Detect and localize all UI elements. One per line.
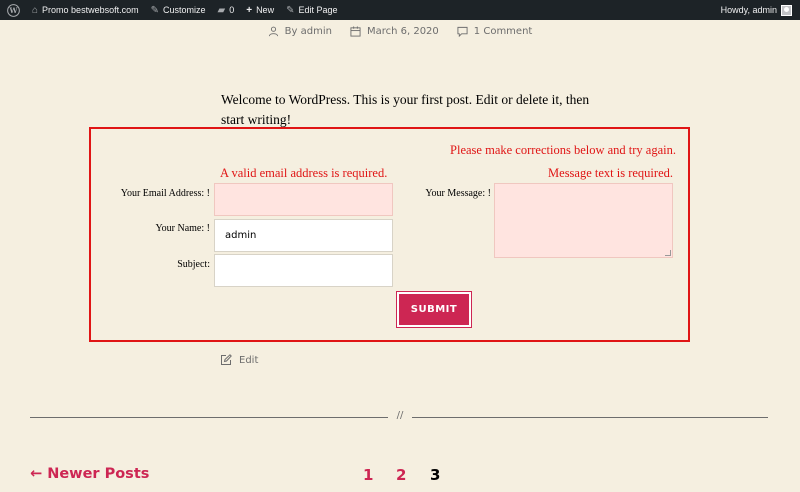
new-label: New [256,5,275,15]
customize-label: Customize [162,5,206,15]
submit-button[interactable]: SUBMIT [396,291,472,328]
separator-line-right [412,417,768,418]
message-textarea[interactable] [494,183,673,258]
admin-bar: W ⌂ Promo bestwebsoft.com ✎ Customize ▰ … [0,0,800,20]
page-2-link[interactable]: 2 [396,466,406,484]
svg-text:W: W [8,6,18,15]
email-error-message: A valid email address is required. [220,166,388,180]
post-date[interactable]: March 6, 2020 [350,26,439,37]
site-name-label: Promo bestwebsoft.com [42,5,139,15]
comments-link[interactable]: ▰ 0 [212,0,241,20]
plus-icon: + [246,4,253,16]
edit-page-label: Edit Page [298,5,338,15]
subject-field[interactable] [214,254,393,287]
brush-icon: ✎ [150,4,159,16]
edit-post-link[interactable]: Edit [220,354,258,366]
comments-text: 1 Comment [473,26,533,37]
message-label: Your Message: ! [425,188,491,199]
user-icon [268,26,278,37]
comment-icon [457,26,468,37]
name-label: Your Name: ! [155,223,210,234]
avatar [781,4,792,16]
post-meta: By admin March 6, 2020 1 Comment [0,26,800,37]
customize-link[interactable]: ✎ Customize [145,0,212,20]
date-text: March 6, 2020 [366,26,439,37]
email-label: Your Email Address: ! [120,188,210,199]
edit-label: Edit [239,354,259,366]
new-content-link[interactable]: + New [240,0,280,20]
newer-posts-link[interactable]: ← Newer Posts [30,466,149,482]
site-name-link[interactable]: ⌂ Promo bestwebsoft.com [26,0,145,20]
calendar-icon [350,26,361,37]
post-comments[interactable]: 1 Comment [457,26,533,37]
edit-icon [221,354,232,365]
howdy-label: Howdy, admin [720,5,777,15]
separator-line-left [30,417,388,418]
email-field[interactable] [214,183,393,216]
message-required-mark: ! [487,188,491,199]
pencil-icon: ✎ [286,4,295,16]
account-menu[interactable]: Howdy, admin [715,0,800,20]
comments-count: 0 [229,5,235,15]
page-3-current: 3 [430,466,441,484]
separator-mark: // [396,410,404,421]
email-required-mark: ! [206,188,210,199]
edit-page-link[interactable]: ✎ Edit Page [280,0,343,20]
name-required-mark: ! [206,223,210,234]
form-error-message: Please make corrections below and try ag… [450,143,676,157]
message-error-message: Message text is required. [548,166,673,180]
page-1-link[interactable]: 1 [363,466,373,484]
subject-label: Subject: [177,259,210,270]
wordpress-logo-icon[interactable]: W [0,0,26,20]
comment-icon: ▰ [217,4,226,16]
author-text: By admin [284,26,332,37]
post-content: Welcome to WordPress. This is your first… [221,92,590,127]
home-icon: ⌂ [32,4,39,16]
post-author[interactable]: By admin [268,26,332,37]
name-field[interactable]: admin [214,219,393,252]
